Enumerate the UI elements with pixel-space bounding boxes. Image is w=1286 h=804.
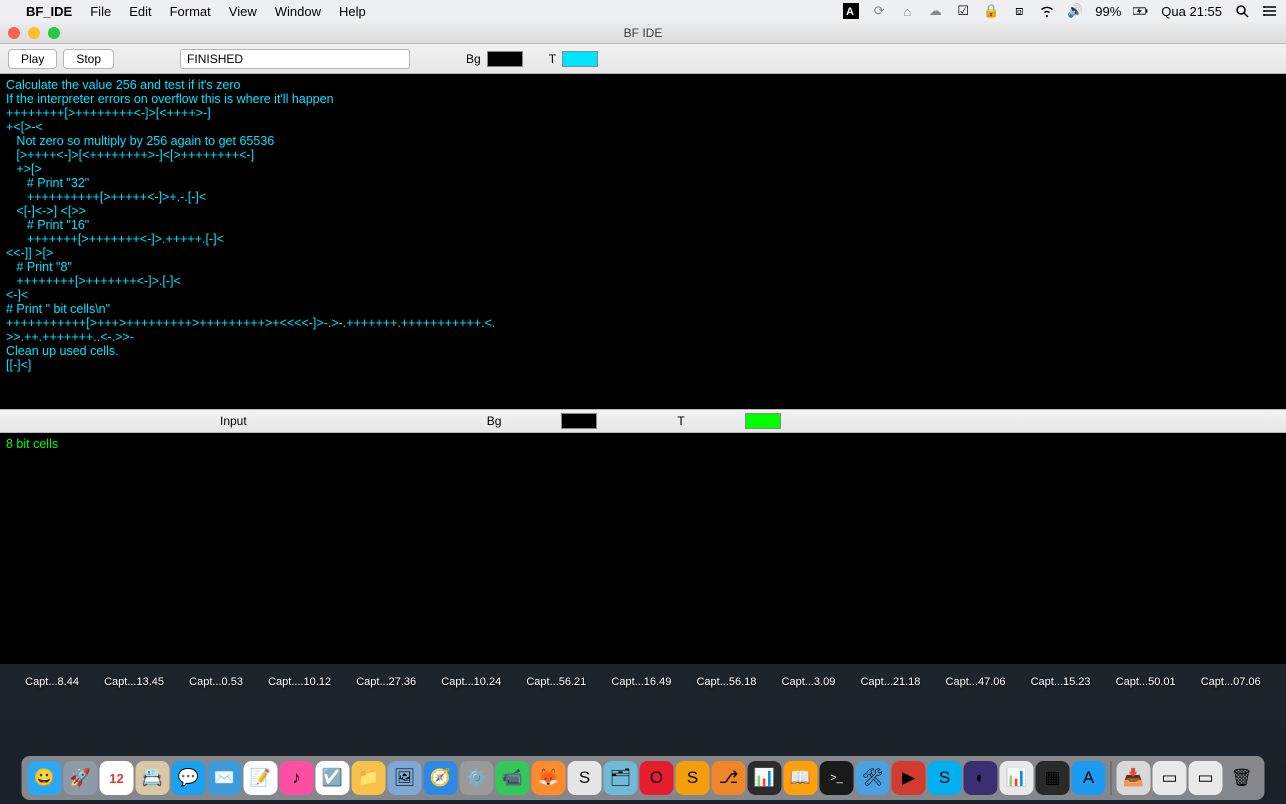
dock-app1[interactable]: S [568,761,602,795]
dock-trash[interactable]: 🗑 [1225,761,1259,795]
desktop-file[interactable]: Capt...27.36 [356,676,416,688]
t1-label: T [549,52,556,66]
dock-app3[interactable]: ⎇ [712,761,746,795]
dock-stack1[interactable]: ▭ [1153,761,1187,795]
dock-folder[interactable]: 📁 [352,761,386,795]
dock-sublime[interactable]: S [676,761,710,795]
menu-edit[interactable]: Edit [129,4,151,19]
menu-view[interactable]: View [229,4,257,19]
output-bg-swatch[interactable] [561,413,597,429]
desktop-file[interactable]: Capt...15.23 [1031,676,1091,688]
desktop-file[interactable]: Capt...0.53 [189,676,243,688]
dock-reminders[interactable]: ☑️ [316,761,350,795]
menubar: BF_IDE File Edit Format View Window Help… [0,0,1286,22]
cloud-icon[interactable]: ☁ [927,3,943,19]
battery-pct: 99% [1095,4,1121,19]
sync-icon[interactable]: ⟳ [871,3,887,19]
menu-format[interactable]: Format [170,4,211,19]
maximize-button[interactable] [48,27,60,39]
output-panel[interactable]: 8 bit cells [0,433,1286,664]
clock[interactable]: Qua 21:55 [1161,4,1222,19]
lock-icon[interactable]: 🔒 [983,3,999,19]
dock-books[interactable]: 📖 [784,761,818,795]
desktop-file[interactable]: Capt...56.18 [696,676,756,688]
dock-app2[interactable]: 🗂 [604,761,638,795]
dock-opera[interactable]: O [640,761,674,795]
top-toolbar: Play Stop FINISHED Bg T [0,44,1286,74]
adobe-icon[interactable]: A [843,3,859,19]
bluetooth-icon[interactable]: ⧈ [1011,3,1027,19]
desktop-file-row: Capt...8.44 Capt...13.45 Capt...0.53 Capt..… [0,676,1286,688]
editor-bg-swatch[interactable] [487,51,523,67]
dock-facetime[interactable]: 📹 [496,761,530,795]
dock-activity[interactable]: 📊 [748,761,782,795]
minimize-button[interactable] [28,27,40,39]
wifi-icon[interactable] [1039,3,1055,19]
t2-label: T [677,414,684,428]
menu-window[interactable]: Window [275,4,321,19]
dock-terminal[interactable]: >_ [820,761,854,795]
titlebar[interactable]: BF IDE [0,22,1286,44]
output-text-swatch[interactable] [745,413,781,429]
dock-finder[interactable]: 😀 [28,761,62,795]
bg1-label: Bg [466,52,481,66]
desktop-file[interactable]: Capt...3.09 [782,676,836,688]
desktop-file[interactable]: Capt...47.06 [946,676,1006,688]
menu-file[interactable]: File [90,4,111,19]
dock-skype[interactable]: S [928,761,962,795]
dock-preview[interactable]: 🖼 [388,761,422,795]
desktop-file[interactable]: Capt...13.45 [104,676,164,688]
dock-app4[interactable]: ▶ [892,761,926,795]
editor-text-swatch[interactable] [562,51,598,67]
code-editor[interactable]: Calculate the value 256 and test if it's… [0,74,1286,409]
bg2-label: Bg [487,414,502,428]
dock-appstore[interactable]: A [1072,761,1106,795]
desktop-file[interactable]: Capt...07.06 [1201,676,1261,688]
dock-firefox[interactable]: 🦊 [532,761,566,795]
desktop-file[interactable]: Capt....10.12 [268,676,331,688]
svg-text:A: A [846,6,854,18]
desktop-file[interactable]: Capt...21.18 [860,676,920,688]
desktop-file[interactable]: Capt...50.01 [1116,676,1176,688]
dock-settings[interactable]: ⚙️ [460,761,494,795]
dock-mail[interactable]: ✉️ [208,761,242,795]
shield-icon[interactable]: ☑ [955,3,971,19]
play-button[interactable]: Play [8,49,57,69]
dock-calendar[interactable]: 12 [100,761,134,795]
stop-button[interactable]: Stop [63,49,114,69]
input-label: Input [220,414,247,428]
battery-icon[interactable] [1133,3,1149,19]
home-icon[interactable]: ⌂ [899,3,915,19]
dock-launchpad[interactable]: 🚀 [64,761,98,795]
dock-app5[interactable]: ▦ [1036,761,1070,795]
dock-stack2[interactable]: ▭ [1189,761,1223,795]
spotlight-icon[interactable] [1234,3,1250,19]
status-field[interactable]: FINISHED [180,49,410,69]
app-name[interactable]: BF_IDE [26,4,72,19]
dock-safari[interactable]: 🧭 [424,761,458,795]
output-toolbar: Input Bg T [0,409,1286,433]
close-button[interactable] [8,27,20,39]
dock-notes[interactable]: 📝 [244,761,278,795]
dock-downloads[interactable]: 📥 [1117,761,1151,795]
dock-messages[interactable]: 💬 [172,761,206,795]
dock-eclipse[interactable]: ◐ [964,761,998,795]
desktop-file[interactable]: Capt...10.24 [441,676,501,688]
dock-numbers[interactable]: 📊 [1000,761,1034,795]
dock-divider [1111,761,1112,795]
app-window: BF IDE Play Stop FINISHED Bg T Calculate… [0,22,1286,664]
notifications-icon[interactable] [1262,3,1278,19]
desktop-file[interactable]: Capt...56.21 [526,676,586,688]
status-text: FINISHED [187,52,243,66]
menu-help[interactable]: Help [339,4,366,19]
dock-preview2[interactable]: 🛠 [856,761,890,795]
dock: 😀🚀12📇💬✉️📝♪☑️📁🖼🧭⚙️📹🦊S🗂OS⎇📊📖>_🛠▶S◐📊▦A📥▭▭🗑 [22,756,1265,800]
desktop-file[interactable]: Capt...16.49 [611,676,671,688]
window-title: BF IDE [624,26,663,40]
desktop-file[interactable]: Capt...8.44 [25,676,79,688]
volume-icon[interactable]: 🔊 [1067,3,1083,19]
dock-itunes[interactable]: ♪ [280,761,314,795]
dock-contacts[interactable]: 📇 [136,761,170,795]
